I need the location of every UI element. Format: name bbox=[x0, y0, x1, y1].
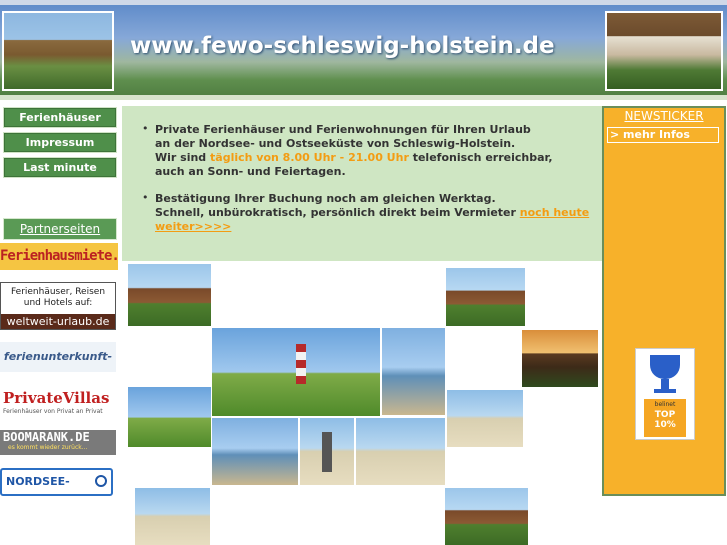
info-text: auch an Sonn- und Feiertagen. bbox=[155, 165, 346, 178]
info-text-hours: Wir sind täglich von 8.00 Uhr - 21.00 Uh… bbox=[155, 151, 553, 164]
partner-sites-heading[interactable]: Partnerseiten bbox=[3, 218, 117, 240]
info-panel: • Private Ferienhäuser und Ferienwohnung… bbox=[122, 106, 602, 261]
info-text: telefonisch erreichbar, bbox=[408, 151, 553, 164]
nav-impressum-button[interactable]: Impressum bbox=[3, 132, 117, 153]
partner-banner-subtext: es kommt wieder zurück... bbox=[8, 444, 88, 451]
header-top-strip bbox=[0, 0, 727, 5]
photo-brick-house bbox=[128, 264, 211, 326]
trophy-icon bbox=[650, 355, 680, 379]
badge-rank: TOP 10% bbox=[644, 410, 686, 430]
opening-hours-highlight: täglich von 8.00 Uhr - 21.00 Uhr bbox=[210, 151, 409, 164]
badge-label: belinet bbox=[654, 401, 676, 408]
nav-last-minute-button[interactable]: Last minute bbox=[3, 157, 117, 178]
photo-fishing-boat bbox=[382, 328, 445, 415]
info-text: Schnell, unbürokratisch, persönlich dire… bbox=[155, 206, 520, 219]
photo-beach-chair-sea bbox=[135, 488, 210, 545]
info-text-continue: weiter>>>> bbox=[155, 220, 231, 233]
photo-stilt-house-beach bbox=[356, 418, 445, 485]
info-text: Wir sind bbox=[155, 151, 211, 164]
partner-banner-subtext: Ferienhäuser von Privat an Privat bbox=[3, 408, 103, 415]
nav-ferienhaeuser-button[interactable]: Ferienhäuser bbox=[3, 107, 117, 128]
photo-beach-chairs bbox=[447, 390, 523, 447]
site-header: www.fewo-schleswig-holstein.de bbox=[0, 0, 727, 100]
left-sidebar: Ferienhäuser Impressum Last minute Partn… bbox=[0, 104, 122, 545]
header-photo-thatched-house bbox=[2, 11, 114, 91]
photo-old-lighthouse bbox=[300, 418, 354, 485]
partner-banner-boomarank[interactable]: BOOMARANK.DE es kommt wieder zurück... bbox=[0, 430, 116, 455]
info-text-booking: Schnell, unbürokratisch, persönlich dire… bbox=[155, 206, 589, 219]
photo-lighthouse-westerhever bbox=[212, 328, 380, 416]
partner-banner-text: Ferienhäuser, Reisen und Hotels auf: bbox=[10, 287, 106, 308]
noch-heute-link[interactable]: noch heute bbox=[520, 206, 589, 219]
more-info-link[interactable]: > mehr Infos bbox=[607, 127, 719, 143]
trophy-base bbox=[654, 389, 676, 393]
top-ranking-badge[interactable]: belinet TOP 10% bbox=[635, 348, 695, 440]
photo-red-house bbox=[446, 268, 525, 326]
photo-thatched-cottage-dusk bbox=[522, 330, 598, 387]
info-text: an der Nordsee- und Ostseeküste von Schl… bbox=[155, 137, 516, 150]
partner-banner-ferienunterkunft-direkt[interactable]: ferienunterkunft-direkt.de bbox=[0, 342, 116, 372]
photo-harbour bbox=[212, 418, 298, 485]
partner-banner-text: BOOMARANK.DE bbox=[3, 430, 90, 444]
magnifier-icon bbox=[95, 475, 107, 487]
partner-banner-weltweit-urlaub[interactable]: Ferienhäuser, Reisen und Hotels auf: wel… bbox=[0, 282, 116, 330]
newsticker-title[interactable]: NEWSTICKER bbox=[604, 108, 724, 125]
header-bottom-strip bbox=[0, 95, 727, 100]
trophy-stem bbox=[661, 379, 669, 389]
photo-thatched-house-garden bbox=[445, 488, 528, 545]
lighthouse-icon bbox=[322, 432, 332, 472]
photo-green-figures bbox=[128, 387, 211, 447]
partner-banner-private-villas[interactable]: PrivateVillas Ferienhäuser von Privat an… bbox=[0, 388, 116, 420]
bullet-icon: • bbox=[142, 191, 149, 204]
partner-banner-nordsee-suche[interactable]: NORDSEE-SUCHE.de bbox=[0, 468, 113, 496]
site-title: www.fewo-schleswig-holstein.de bbox=[130, 33, 555, 59]
weiter-link[interactable]: weiter>>>> bbox=[155, 220, 231, 233]
info-text: Private Ferienhäuser und Ferienwohnungen… bbox=[155, 123, 531, 136]
info-text: Bestätigung Ihrer Buchung noch am gleich… bbox=[155, 192, 496, 205]
header-photo-half-timbered-house bbox=[605, 11, 723, 91]
badge-rank-percent: 10% bbox=[654, 420, 676, 430]
lighthouse-icon bbox=[296, 344, 306, 384]
bullet-icon: • bbox=[142, 122, 149, 135]
partner-banner-ferienhausmiete[interactable]: Ferienhausmiete.de bbox=[0, 243, 118, 270]
partner-banner-text: PrivateVillas bbox=[3, 389, 110, 407]
badge-rank-top: TOP bbox=[654, 410, 676, 420]
partner-banner-text: ferienunterkunft-direkt.de bbox=[3, 350, 113, 363]
newsticker-panel: NEWSTICKER > mehr Infos belinet TOP 10% bbox=[602, 106, 726, 496]
partner-banner-text: Ferienhausmiete.de bbox=[0, 248, 118, 264]
partner-banner-subtext: weltweit-urlaub.de bbox=[1, 314, 115, 329]
